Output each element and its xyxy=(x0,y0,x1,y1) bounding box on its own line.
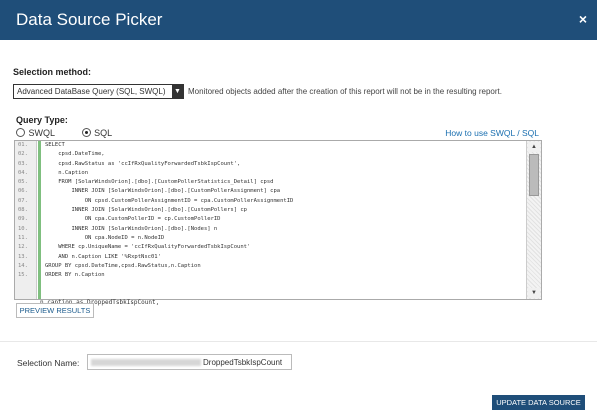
selection-method-value: Advanced DataBase Query (SQL, SWQL) xyxy=(17,87,166,96)
section-divider xyxy=(0,341,597,342)
data-source-picker-dialog: Data Source Picker × Selection method: A… xyxy=(0,0,597,417)
code-line: ON cpa.NodeID = n.NodeID xyxy=(45,234,165,241)
dialog-title: Data Source Picker xyxy=(16,10,163,29)
sql-query-editor[interactable]: 01. 02. 03. 04. 05. 06. 07. 08. 09. 10. 11. 12. 13. 1… xyxy=(14,140,542,300)
line-number: 03. xyxy=(18,160,28,167)
radio-swql-label[interactable]: SWQL xyxy=(29,128,56,138)
code-line: ON cpsd.CustomPollerAssignmentID = cpa.C… xyxy=(45,197,294,204)
query-type-label: Query Type: xyxy=(16,115,68,125)
editor-accent-bar xyxy=(38,141,41,299)
code-line: ORDER BY n.Caption xyxy=(45,272,105,279)
line-number: 10. xyxy=(18,225,28,232)
radio-sql-label[interactable]: SQL xyxy=(94,128,112,138)
dropdown-arrow-icon[interactable]: ▼ xyxy=(172,85,183,98)
how-to-use-swql-sql-link[interactable]: How to use SWQL / SQL xyxy=(445,128,539,138)
line-number: 02. xyxy=(18,151,28,158)
selection-method-note: Monitored objects added after the creati… xyxy=(188,87,502,96)
code-line: cpsd.RawStatus as 'ccIfRxQualityForwarde… xyxy=(45,160,241,167)
line-number: 08. xyxy=(18,207,28,214)
line-number: 09. xyxy=(18,216,28,223)
update-data-source-button[interactable]: UPDATE DATA SOURCE xyxy=(492,395,585,410)
line-number: 05. xyxy=(18,179,28,186)
selection-name-value: DroppedTsbkIspCount xyxy=(203,358,283,367)
selection-method-label: Selection method: xyxy=(13,67,92,77)
line-number: 14. xyxy=(18,262,28,269)
line-number: 01. xyxy=(18,142,28,148)
radio-swql[interactable] xyxy=(16,128,25,138)
dialog-title-bar: Data Source Picker × xyxy=(0,0,597,40)
preview-results-button[interactable]: PREVIEW RESULTS xyxy=(16,303,94,318)
selection-method-select[interactable]: Advanced DataBase Query (SQL, SWQL) ▼ xyxy=(13,84,184,99)
radio-sql[interactable] xyxy=(81,128,91,138)
line-number: 15. xyxy=(18,272,28,279)
selection-name-label: Selection Name: xyxy=(17,358,80,368)
code-line: INNER JOIN [SolarWindsOrion].[dbo].[Cust… xyxy=(45,188,281,195)
code-line: n.Caption xyxy=(45,169,89,176)
line-number: 07. xyxy=(18,197,28,204)
code-line: INNER JOIN [SolarWindsOrion].[dbo].[Cust… xyxy=(45,207,247,214)
editor-vertical-scrollbar[interactable]: ▲ ▼ xyxy=(526,141,541,299)
line-number: 04. xyxy=(18,169,28,176)
redacted-text xyxy=(91,359,201,367)
code-line: AND n.Caption LIKE '%RxptNsc01' xyxy=(45,253,161,260)
line-number: 06. xyxy=(18,188,28,195)
selection-name-input[interactable]: DroppedTsbkIspCount xyxy=(87,354,292,370)
scroll-down-icon[interactable]: ▼ xyxy=(528,288,540,298)
line-number: 11. xyxy=(18,234,28,241)
line-number: 12. xyxy=(18,244,28,251)
line-number-gutter: 01. 02. 03. 04. 05. 06. 07. 08. 09. 10. 11. 12. 13. 1… xyxy=(15,141,37,299)
code-area[interactable]: SELECT cpsd.DateTime, cpsd.RawStatus as … xyxy=(45,141,525,299)
query-type-radio-group: SWQL SQL xyxy=(16,127,136,139)
scrollbar-thumb[interactable] xyxy=(529,154,539,196)
close-icon[interactable]: × xyxy=(579,11,587,27)
code-line: WHERE cp.UniqueName = 'ccIfRxQualityForw… xyxy=(45,244,251,251)
code-line: cpsd.DateTime, xyxy=(45,151,105,158)
code-line: INNER JOIN [SolarWindsOrion].[dbo].[Node… xyxy=(45,225,218,232)
code-line: FROM [SolarWindsOrion].[dbo].[CustomPoll… xyxy=(45,179,274,186)
code-line: ON cpa.CustomPollerID = cp.CustomPollerI… xyxy=(45,216,221,223)
scroll-up-icon[interactable]: ▲ xyxy=(528,142,540,152)
code-line: GROUP BY cpsd.DateTime,cpsd.RawStatus,n.… xyxy=(45,262,201,269)
code-line: SELECT xyxy=(45,142,65,148)
line-number: 13. xyxy=(18,253,28,260)
